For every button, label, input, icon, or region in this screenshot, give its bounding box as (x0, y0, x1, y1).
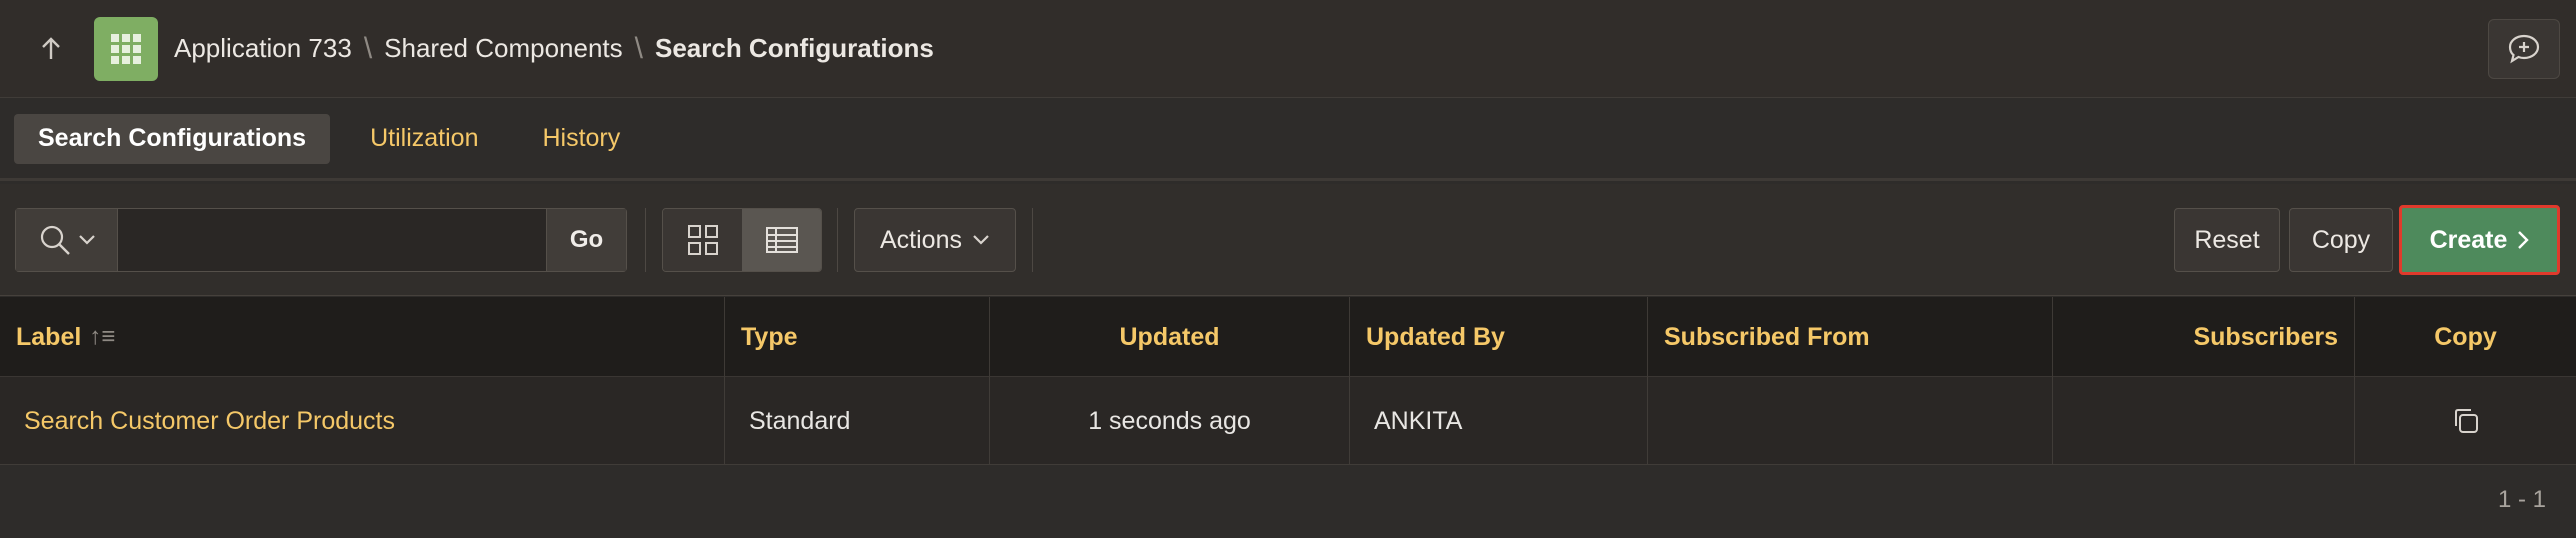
top-header: Application 733 \ Shared Components \ Se… (0, 0, 2576, 98)
chevron-down-icon (973, 235, 989, 245)
view-toggle-group (662, 208, 822, 272)
actions-menu-button[interactable]: Actions (854, 208, 1016, 272)
pagination-range: 1 - 1 (2497, 486, 2546, 513)
search-input[interactable] (118, 209, 546, 271)
tab-utilization[interactable]: Utilization (346, 114, 502, 164)
table-row: Search Customer Order Products Standard … (0, 377, 2576, 465)
grid-view-icon (687, 225, 718, 255)
tab-search-configurations[interactable]: Search Configurations (14, 113, 331, 164)
column-header-updated[interactable]: Updated (990, 297, 1350, 377)
column-header-label[interactable]: Label ↑≡ (0, 297, 725, 377)
table-header: Label ↑≡ Type Updated Updated By Subscri… (0, 297, 2576, 377)
chevron-right-icon (2518, 231, 2530, 249)
report-table: Label ↑≡ Type Updated Updated By Subscri… (0, 297, 2576, 535)
breadcrumb-separator: \ (634, 31, 643, 65)
cell-label: Search Customer Order Products (0, 377, 725, 465)
feedback-icon (2508, 34, 2540, 64)
copy-icon[interactable] (2451, 406, 2481, 436)
create-label: Create (2429, 225, 2508, 254)
cell-subscribers (2053, 377, 2355, 465)
search-column-selector[interactable] (16, 209, 118, 271)
copy-button[interactable]: Copy (2289, 208, 2393, 272)
report-view-button[interactable] (742, 209, 821, 271)
up-arrow-icon[interactable] (16, 0, 86, 98)
cell-copy (2355, 377, 2576, 465)
column-header-updated-by[interactable]: Updated By (1350, 297, 1648, 377)
toolbar-divider (1032, 208, 1033, 272)
column-header-copy[interactable]: Copy (2355, 297, 2576, 377)
column-header-subscribers[interactable]: Subscribers (2053, 297, 2355, 377)
cell-subscribed-from (1648, 377, 2053, 465)
actions-label: Actions (880, 225, 962, 254)
search-icon (40, 225, 70, 255)
report-toolbar: Go Actions Reset Copy Create (0, 184, 2576, 296)
page-title: Search Configurations (654, 33, 934, 63)
create-button[interactable]: Create (2399, 205, 2560, 275)
cell-updated: 1 seconds ago (990, 377, 1350, 465)
breadcrumb-shared-components[interactable]: Shared Components (384, 33, 622, 64)
cell-type: Standard (725, 377, 990, 465)
toolbar-divider (645, 208, 646, 272)
breadcrumb: Application 733 \ Shared Components \ Se… (174, 32, 934, 66)
reset-button[interactable]: Reset (2174, 208, 2280, 272)
search-config-link[interactable]: Search Customer Order Products (24, 407, 395, 436)
breadcrumb-application[interactable]: Application 733 (174, 33, 352, 64)
chevron-down-icon (78, 235, 95, 245)
cell-updated-by: ANKITA (1350, 377, 1648, 465)
tab-history[interactable]: History (518, 114, 644, 164)
icon-view-button[interactable] (663, 209, 742, 271)
app-icon[interactable] (94, 16, 158, 81)
column-header-subscribed-from[interactable]: Subscribed From (1648, 297, 2053, 377)
table-view-icon (765, 227, 798, 253)
breadcrumb-separator: \ (363, 31, 373, 65)
sort-ascending-icon: ↑≡ (89, 323, 116, 350)
column-header-type[interactable]: Type (725, 297, 990, 377)
pagination: 1 - 1 (0, 465, 2576, 535)
tab-bar: Search Configurations Utilization Histor… (0, 99, 2576, 181)
go-button[interactable]: Go (546, 209, 626, 271)
search-bar: Go (15, 208, 627, 272)
feedback-button[interactable] (2488, 19, 2560, 79)
toolbar-divider (837, 208, 838, 272)
